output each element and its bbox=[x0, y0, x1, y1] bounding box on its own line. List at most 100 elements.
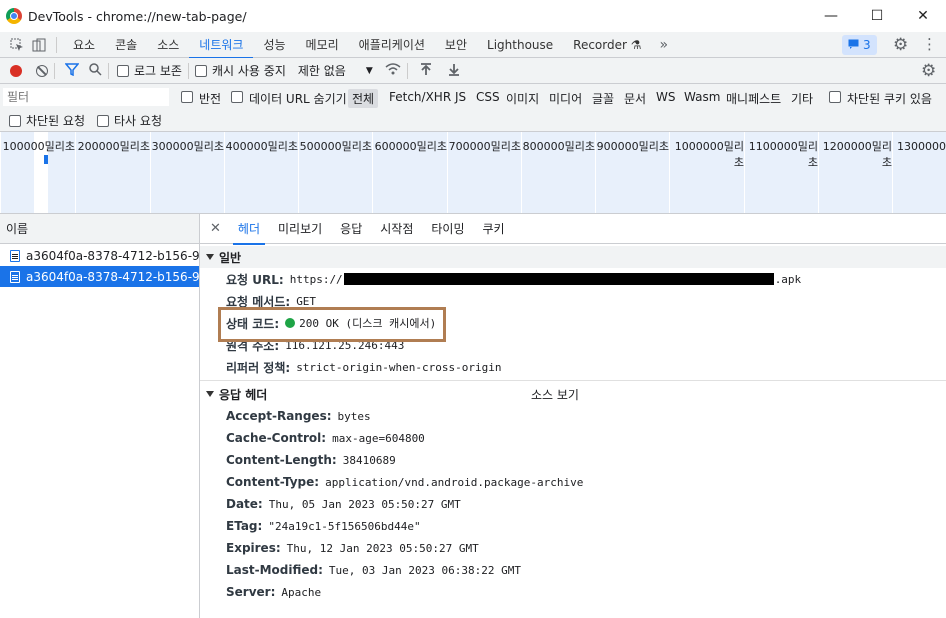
filter-bar: 반전 데이터 URL 숨기기 전체 Fetch/XHR JS CSS 이미지 미… bbox=[0, 84, 946, 110]
header-value: application/vnd.android.package-archive bbox=[325, 475, 584, 489]
tab-recorder-label: Recorder bbox=[573, 37, 627, 52]
network-conditions-icon[interactable] bbox=[385, 63, 401, 78]
network-settings-gear-icon[interactable]: ⚙ bbox=[921, 61, 936, 81]
invert-checkbox[interactable] bbox=[181, 91, 193, 103]
tab-elements[interactable]: 요소 bbox=[63, 32, 105, 58]
general-section-title: 일반 bbox=[219, 250, 242, 265]
maximize-button[interactable]: ☐ bbox=[854, 0, 900, 32]
tab-response[interactable]: 응답 bbox=[331, 214, 371, 244]
preserve-log-label: 로그 보존 bbox=[134, 64, 182, 78]
header-name: Content-Length: bbox=[226, 453, 337, 467]
response-headers-section-header[interactable]: 응답 헤더 소스 보기 bbox=[200, 383, 946, 405]
section-divider bbox=[200, 380, 946, 381]
filter-type-css[interactable]: CSS bbox=[472, 89, 504, 105]
tab-sources[interactable]: 소스 bbox=[147, 32, 189, 58]
tab-headers[interactable]: 헤더 bbox=[229, 214, 269, 245]
timeline-tick: 300000밀리초 bbox=[150, 132, 224, 213]
timeline-overview[interactable]: 100000밀리초 200000밀리초 300000밀리초 400000밀리초 … bbox=[0, 132, 946, 214]
filter-input[interactable] bbox=[3, 88, 169, 106]
more-options-icon[interactable]: ⋮ bbox=[922, 35, 937, 53]
filter-bar-secondary: 차단된 요청 타사 요청 bbox=[0, 110, 946, 132]
filter-type-other[interactable]: 기타 bbox=[787, 89, 817, 108]
toolbar-divider bbox=[56, 36, 57, 53]
general-section-header[interactable]: 일반 bbox=[200, 246, 946, 268]
tab-initiator[interactable]: 시작점 bbox=[371, 214, 422, 244]
close-window-button[interactable]: ✕ bbox=[900, 0, 946, 32]
filter-type-all[interactable]: 전체 bbox=[348, 89, 379, 108]
header-name: Last-Modified: bbox=[226, 563, 323, 577]
header-name: Date: bbox=[226, 497, 263, 511]
device-toolbar-icon[interactable] bbox=[28, 34, 50, 56]
timeline-tick: 1100000밀리초 bbox=[744, 132, 818, 213]
referrer-policy-row: 리퍼러 정책: strict-origin-when-cross-origin bbox=[200, 356, 946, 378]
more-tabs-icon[interactable]: » bbox=[660, 37, 669, 53]
header-name: Content-Type: bbox=[226, 475, 320, 489]
tab-memory[interactable]: 메모리 bbox=[296, 32, 349, 58]
third-party-label: 타사 요청 bbox=[114, 114, 162, 128]
filter-type-font[interactable]: 글꼴 bbox=[588, 89, 618, 108]
tab-preview[interactable]: 미리보기 bbox=[269, 214, 331, 244]
request-row[interactable]: a3604f0a-8378-4712-b156-99... bbox=[0, 245, 199, 266]
request-url-row: 요청 URL: https:// .apk bbox=[200, 268, 946, 290]
response-header-row: ETag: "24a19c1-5f156506bd44e" bbox=[200, 515, 946, 537]
minimize-button[interactable]: — bbox=[808, 0, 854, 32]
disable-cache-checkbox[interactable] bbox=[194, 64, 207, 77]
request-row-selected[interactable]: a3604f0a-8378-4712-b156-99... bbox=[0, 266, 199, 287]
header-value: Thu, 05 Jan 2023 05:50:27 GMT bbox=[268, 497, 461, 511]
response-headers-title: 응답 헤더 bbox=[219, 387, 268, 402]
response-header-row: Last-Modified: Tue, 03 Jan 2023 06:38:22… bbox=[200, 559, 946, 581]
filter-type-manifest[interactable]: 매니페스트 bbox=[722, 89, 785, 108]
tab-recorder[interactable]: Recorder ⚗ bbox=[563, 32, 651, 58]
request-url-label: 요청 URL: bbox=[226, 272, 284, 287]
issues-badge[interactable]: 3 bbox=[842, 35, 877, 55]
request-detail-pane: ✕ 헤더 미리보기 응답 시작점 타이밍 쿠키 일반 요청 URL: https… bbox=[200, 214, 946, 618]
record-icon[interactable] bbox=[10, 64, 22, 77]
filter-type-wasm[interactable]: Wasm bbox=[680, 89, 724, 105]
settings-gear-icon[interactable]: ⚙ bbox=[893, 35, 908, 55]
tab-security[interactable]: 보안 bbox=[435, 32, 477, 58]
view-source-link[interactable]: 소스 보기 bbox=[531, 386, 579, 403]
referrer-policy-value: strict-origin-when-cross-origin bbox=[296, 360, 502, 374]
filter-type-doc[interactable]: 문서 bbox=[620, 89, 650, 108]
third-party-checkbox[interactable] bbox=[97, 114, 110, 127]
inspect-element-icon[interactable] bbox=[6, 34, 28, 56]
response-header-row: Server: Apache bbox=[200, 581, 946, 603]
response-header-row: Cache-Control: max-age=604800 bbox=[200, 427, 946, 449]
preserve-log-checkbox[interactable] bbox=[117, 64, 129, 77]
filter-type-ws[interactable]: WS bbox=[652, 89, 679, 105]
request-method-value: GET bbox=[296, 294, 317, 308]
timeline-tick: 200000밀리초 bbox=[75, 132, 150, 213]
tab-application[interactable]: 애플리케이션 bbox=[349, 32, 435, 58]
response-header-row: Date: Thu, 05 Jan 2023 05:50:27 GMT bbox=[200, 493, 946, 515]
tab-cookies[interactable]: 쿠키 bbox=[474, 214, 514, 244]
tab-performance[interactable]: 성능 bbox=[253, 32, 295, 58]
filter-type-fetch-xhr[interactable]: Fetch/XHR bbox=[385, 89, 455, 105]
throttling-select[interactable]: 제한 없음 bbox=[298, 62, 346, 79]
redacted-url-block bbox=[343, 273, 774, 285]
document-icon bbox=[10, 249, 20, 262]
hide-data-urls-checkbox[interactable] bbox=[231, 91, 243, 103]
filter-type-media[interactable]: 미디어 bbox=[545, 89, 586, 108]
filter-type-images[interactable]: 이미지 bbox=[502, 89, 543, 108]
filter-type-js[interactable]: JS bbox=[451, 89, 470, 105]
search-icon[interactable] bbox=[89, 62, 102, 79]
tab-console[interactable]: 콘솔 bbox=[105, 32, 147, 58]
tab-lighthouse[interactable]: Lighthouse bbox=[477, 32, 563, 58]
timeline-tick: 400000밀리초 bbox=[224, 132, 298, 213]
detail-tabs: ✕ 헤더 미리보기 응답 시작점 타이밍 쿠키 bbox=[200, 214, 946, 245]
clear-icon[interactable] bbox=[36, 64, 48, 77]
tab-timing[interactable]: 타이밍 bbox=[422, 214, 473, 244]
header-name: Accept-Ranges: bbox=[226, 409, 332, 423]
header-name: Cache-Control: bbox=[226, 431, 327, 445]
blocked-requests-checkbox[interactable] bbox=[9, 114, 21, 127]
import-har-icon[interactable] bbox=[420, 62, 432, 79]
blocked-requests-label: 차단된 요청 bbox=[26, 114, 86, 128]
tab-network[interactable]: 네트워크 bbox=[189, 32, 254, 59]
export-har-icon[interactable] bbox=[448, 63, 460, 79]
invert-label: 반전 bbox=[199, 92, 222, 106]
close-detail-icon[interactable]: ✕ bbox=[200, 221, 229, 236]
chevron-down-icon[interactable]: ▼ bbox=[366, 66, 373, 76]
filter-funnel-icon[interactable] bbox=[64, 62, 80, 79]
blocked-cookies-checkbox[interactable] bbox=[829, 91, 841, 103]
name-column-header[interactable]: 이름 bbox=[0, 214, 199, 244]
